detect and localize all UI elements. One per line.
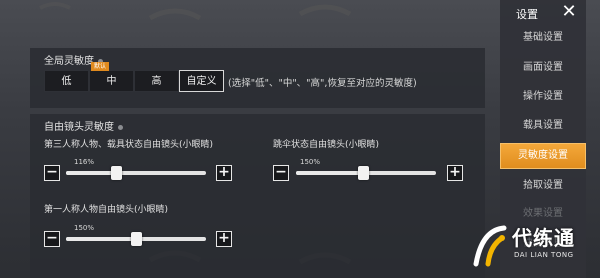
parachute-slider-label: 跳伞状态自由镜头(小眼睛): [273, 140, 380, 150]
free-look-panel: 自由镜头灵敏度 第三人称人物、载具状态自由镜头(小眼睛) 116% − + 跳伞…: [30, 114, 485, 278]
preset-low-button[interactable]: 低: [44, 70, 89, 92]
free-look-title: 自由镜头灵敏度: [44, 118, 123, 133]
third-person-slider-value: 116%: [74, 158, 95, 166]
first-person-decrease-button[interactable]: −: [44, 231, 60, 247]
first-person-slider-thumb[interactable]: [131, 232, 142, 246]
preset-high-button[interactable]: 高: [134, 70, 179, 92]
preset-high-label: 高: [151, 76, 162, 87]
first-person-increase-button[interactable]: +: [216, 231, 232, 247]
third-person-slider-track[interactable]: [66, 166, 206, 180]
default-badge: 默认: [91, 62, 110, 71]
first-person-slider-label: 第一人称人物自由镜头(小眼睛): [44, 205, 169, 215]
brand-watermark: 代练通 DAI LIAN TONG: [468, 220, 600, 278]
brand-subtitle: DAI LIAN TONG: [514, 251, 574, 259]
slider-fill: [296, 171, 363, 175]
third-person-decrease-button[interactable]: −: [44, 165, 60, 181]
global-sensitivity-title-text: 全局灵敏度: [44, 56, 94, 67]
parachute-slider-thumb[interactable]: [358, 166, 369, 180]
parachute-increase-button[interactable]: +: [447, 165, 463, 181]
third-person-slider-thumb[interactable]: [111, 166, 122, 180]
parachute-slider-track[interactable]: [296, 166, 436, 180]
brand-name: 代练通: [512, 226, 575, 250]
slider-fill: [66, 171, 116, 175]
third-person-increase-button[interactable]: +: [216, 165, 232, 181]
nav-vehicle-settings[interactable]: 载具设置: [500, 115, 586, 137]
close-icon[interactable]: ✕: [558, 2, 580, 24]
parachute-decrease-button[interactable]: −: [273, 165, 289, 181]
preset-medium-label: 中: [106, 76, 117, 87]
settings-title: 设置: [516, 8, 538, 21]
preset-custom-label: 自定义: [186, 76, 217, 87]
info-icon[interactable]: [118, 124, 123, 130]
third-person-slider-label: 第三人称人物、载具状态自由镜头(小眼睛): [44, 140, 214, 150]
parachute-slider-value: 150%: [300, 158, 321, 166]
free-look-title-text: 自由镜头灵敏度: [44, 122, 114, 133]
nav-controls-settings[interactable]: 操作设置: [500, 86, 586, 108]
nav-sensitivity-settings[interactable]: 灵敏度设置: [500, 143, 586, 169]
first-person-slider-track[interactable]: [66, 232, 206, 246]
preset-low-label: 低: [61, 76, 72, 87]
settings-main-area: 全局灵敏度 低 默认中 高 自定义 (选择"低"、"中"、"高",恢复至对应的灵…: [30, 38, 485, 278]
nav-graphics-settings[interactable]: 画面设置: [500, 57, 586, 79]
sensitivity-preset-group: 低 默认中 高 自定义: [44, 62, 224, 92]
nav-basic-settings[interactable]: 基础设置: [500, 27, 586, 49]
sidebar-header: 设置 ✕: [500, 0, 586, 26]
nav-pickup-settings[interactable]: 拾取设置: [500, 175, 586, 197]
brand-logo-icon: [473, 225, 507, 267]
preset-hint-text: (选择"低"、"中"、"高",恢复至对应的灵敏度): [228, 78, 417, 89]
preset-medium-button[interactable]: 默认中: [89, 62, 134, 92]
global-sensitivity-panel: 全局灵敏度 低 默认中 高 自定义 (选择"低"、"中"、"高",恢复至对应的灵…: [30, 48, 485, 108]
first-person-slider-value: 150%: [74, 224, 95, 232]
slider-fill: [66, 237, 136, 241]
preset-custom-button[interactable]: 自定义: [179, 70, 224, 92]
